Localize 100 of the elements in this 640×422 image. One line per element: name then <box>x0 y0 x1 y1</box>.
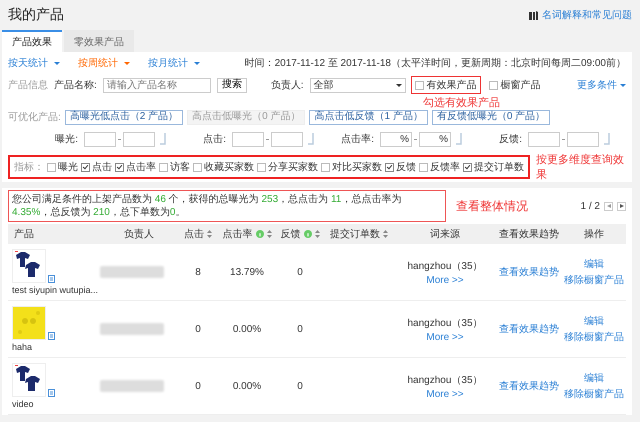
column-header: 产品 <box>14 228 34 241</box>
section-label: 指标： <box>14 160 44 174</box>
page-indicator: 1 / 2 <box>580 200 600 212</box>
sort-icon[interactable] <box>314 230 320 238</box>
name-field[interactable]: 请输入产品名称 <box>102 78 211 92</box>
annotation: 勾选有效果产品 <box>423 94 500 110</box>
sort-icon[interactable] <box>207 230 212 238</box>
more-link[interactable]: More >> <box>426 332 464 342</box>
sort-icon[interactable] <box>266 230 272 238</box>
action-link[interactable]: 编辑 <box>584 257 604 271</box>
period-dropdown[interactable]: 按天统计 <box>8 56 60 70</box>
range-label: 反馈: <box>498 133 522 146</box>
checkbox-option[interactable]: 提交订单数 <box>463 160 524 174</box>
previous-page-button[interactable] <box>604 202 613 210</box>
field-label: 负责人: <box>270 78 304 92</box>
table-cell: 0 <box>297 324 303 334</box>
edit-icon[interactable] <box>48 332 55 340</box>
page-title: 我的产品 <box>8 6 65 24</box>
confirm-icon[interactable] <box>456 133 462 145</box>
column-header: 提交订单数 <box>330 228 380 241</box>
trend-link[interactable]: 查看效果趋势 <box>499 322 559 336</box>
confirm-icon[interactable] <box>160 133 166 145</box>
column-header: 点击 <box>184 228 204 241</box>
help-link[interactable]: 名词解释和常见问题 <box>542 8 632 22</box>
range-label: 点击: <box>202 132 226 146</box>
checkbox-option[interactable]: 点击 <box>81 160 112 174</box>
action-link[interactable]: 移除橱窗产品 <box>564 273 624 287</box>
checkbox-option[interactable]: 点击率 <box>115 160 156 174</box>
edit-icon[interactable] <box>48 275 55 283</box>
table-cell-text: hangzhou（35） <box>407 316 483 330</box>
edit-icon[interactable] <box>48 389 55 397</box>
checkbox-option[interactable]: 反馈 <box>385 160 416 174</box>
summary-text: 您公司满足条件的上架产品数为 46 个，获得的总曝光为 253，总点击为 11，总点击率为 4.35%，总反馈为 210，总下单数为0。 <box>8 190 446 222</box>
period-dropdown[interactable]: 按月统计 <box>148 56 200 70</box>
table-cell: 0 <box>195 380 201 392</box>
table-cell: 0.00% <box>232 324 262 334</box>
max-field[interactable] <box>567 132 599 146</box>
min-field[interactable] <box>528 132 560 146</box>
redaction-bar <box>100 323 164 335</box>
action-link[interactable]: 编辑 <box>584 314 604 328</box>
table-cell: 0 <box>297 380 303 392</box>
checkbox-option[interactable]: 对比买家数 <box>321 160 382 174</box>
product-name: video <box>12 399 34 409</box>
trend-link[interactable]: 查看效果趋势 <box>499 379 559 393</box>
checkbox-option[interactable]: 橱窗产品 <box>486 77 544 93</box>
checkbox-option[interactable]: 曝光 <box>47 160 78 174</box>
table-cell: 0 <box>297 266 303 278</box>
checkbox-option[interactable]: 访客 <box>159 160 190 174</box>
range-label: 点击率: <box>340 132 374 146</box>
filter-button[interactable]: 有反馈低曝光（0 产品） <box>432 110 550 124</box>
more-link[interactable]: More >> <box>426 388 464 400</box>
product-name: test siyupin wutupia... <box>12 285 98 295</box>
more-link[interactable]: More >> <box>426 274 464 286</box>
time-range: 时间：2017-11-12 至 2017-11-18（太平洋时间，更新周期：北京时间每周二09:00前） <box>244 56 626 70</box>
filter-button[interactable]: 高点击低反馈（1 产品） <box>309 110 428 124</box>
checkbox-option[interactable]: 分享买家数 <box>257 160 318 174</box>
trend-link[interactable]: 查看效果趋势 <box>499 265 559 279</box>
max-field[interactable] <box>271 132 303 146</box>
field-label: 产品名称: <box>54 78 97 92</box>
column-header: 点击率 <box>222 228 252 241</box>
unit: % <box>439 134 448 144</box>
table-cell: 8 <box>195 266 201 278</box>
column-header: 查看效果趋势 <box>499 228 559 241</box>
table-cell: 13.79% <box>230 266 264 278</box>
min-field[interactable]: % <box>380 132 412 146</box>
checkbox-option[interactable]: 收藏买家数 <box>193 160 254 174</box>
min-field[interactable] <box>232 132 264 146</box>
checkbox-option[interactable]: 反馈率 <box>419 160 460 174</box>
column-header: 负责人 <box>124 228 154 241</box>
owner-select[interactable]: 全部 <box>310 78 406 92</box>
action-link[interactable]: 移除橱窗产品 <box>564 330 624 344</box>
tab[interactable]: 零效果产品 <box>64 30 134 52</box>
annotation: 按更多维度查询效果 <box>536 152 625 182</box>
column-header: 操作 <box>584 228 604 241</box>
annotation: 查看整体情况 <box>456 198 528 214</box>
table-cell-text: hangzhou（35） <box>407 260 483 272</box>
section-label: 可优化产品: <box>8 110 61 124</box>
action-link[interactable]: 编辑 <box>584 371 604 385</box>
checkbox-option[interactable]: 有效果产品 <box>412 77 480 93</box>
next-page-button[interactable] <box>617 202 626 210</box>
more-filters-link[interactable]: 更多条件 <box>577 78 626 92</box>
range-label: 曝光: <box>54 132 78 146</box>
table-cell-text: hangzhou（35） <box>407 374 483 386</box>
action-link[interactable]: 移除橱窗产品 <box>564 387 624 401</box>
search-button[interactable]: 搜索 <box>216 78 247 92</box>
info-icon <box>304 230 312 238</box>
confirm-icon[interactable] <box>604 133 610 145</box>
filter-button[interactable]: 高曝光低点击（2 产品） <box>64 110 184 124</box>
redaction-bar <box>100 266 164 278</box>
confirm-icon[interactable] <box>308 133 314 145</box>
min-field[interactable] <box>84 132 116 146</box>
tab[interactable]: 产品效果 <box>2 30 62 52</box>
info-icon <box>256 230 264 238</box>
sort-icon[interactable] <box>383 230 388 238</box>
column-header: 反馈 <box>280 228 300 241</box>
max-field[interactable]: % <box>419 132 451 146</box>
table-cell: 0 <box>195 324 201 334</box>
section-label: 产品信息 <box>8 78 48 92</box>
product-name: haha <box>12 342 32 352</box>
max-field[interactable] <box>123 132 155 146</box>
